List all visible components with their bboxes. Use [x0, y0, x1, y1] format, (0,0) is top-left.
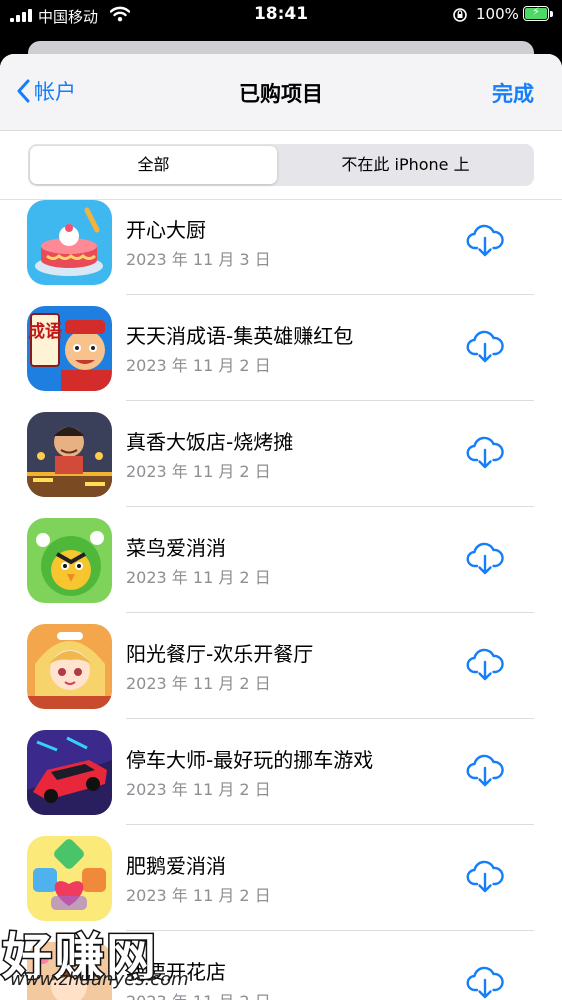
row-divider	[126, 824, 534, 825]
purchase-date: 2023 年 11 月 2 日	[126, 674, 271, 693]
purchase-date: 2023 年 11 月 2 日	[126, 780, 271, 799]
purchased-sheet: 帐户 已购项目 完成 全部 不在此 iPhone 上 开心大厨 2023 年 1…	[0, 54, 562, 1000]
segmented-control: 全部 不在此 iPhone 上	[28, 144, 534, 186]
list-item[interactable]: 停车大师-最好玩的挪车游戏 2023 年 11 月 2 日	[0, 730, 562, 836]
list-item[interactable]: 真香大饭店-烧烤摊 2023 年 11 月 2 日	[0, 412, 562, 518]
row-divider	[126, 400, 534, 401]
svg-text:成语: 成语	[28, 321, 62, 342]
cloud-download-icon[interactable]	[465, 538, 505, 578]
battery-percent: 100%	[476, 5, 519, 23]
status-bar: 中国移动 18:41 100% ⚡	[0, 0, 562, 30]
battery-cap	[550, 11, 553, 17]
orientation-lock-icon	[452, 7, 468, 27]
cloud-download-icon[interactable]	[465, 962, 505, 1000]
idiom-app-icon: 成语	[27, 306, 112, 391]
cloud-download-icon[interactable]	[465, 432, 505, 472]
app-name: 真香大饭店-烧烤摊	[126, 430, 294, 454]
app-name: 开心大厨	[126, 218, 206, 242]
navigation-bar: 帐户 已购项目 完成	[0, 54, 562, 131]
row-divider	[126, 294, 534, 295]
app-name: 菜鸟爱消消	[126, 536, 226, 560]
battery-icon: ⚡	[523, 5, 549, 21]
row-divider	[126, 506, 534, 507]
purchase-date: 2023 年 11 月 2 日	[126, 568, 271, 587]
done-button[interactable]: 完成	[492, 78, 534, 108]
list-item[interactable]: 阳光餐厅-欢乐开餐厅 2023 年 11 月 2 日	[0, 624, 562, 730]
purchase-date: 2023 年 11 月 2 日	[126, 356, 271, 375]
page-title: 已购项目	[239, 82, 323, 106]
purchase-date: 2023 年 11 月 2 日	[126, 886, 271, 905]
cloud-download-icon[interactable]	[465, 750, 505, 790]
app-name: 阳光餐厅-欢乐开餐厅	[126, 642, 314, 666]
app-name: 停车大师-最好玩的挪车游戏	[126, 748, 374, 772]
list-item[interactable]: 成语 天天消成语-集英雄赚红包 2023 年 11 月 2 日	[0, 306, 562, 412]
segment-all[interactable]: 全部	[30, 146, 277, 184]
car-app-icon	[27, 730, 112, 815]
segment-not-on-iphone[interactable]: 不在此 iPhone 上	[279, 146, 532, 184]
bbq-app-icon	[27, 412, 112, 497]
row-divider	[126, 718, 534, 719]
blocks-app-icon	[27, 836, 112, 921]
cloud-download-icon[interactable]	[465, 856, 505, 896]
app-name: 肥鹅爱消消	[126, 854, 226, 878]
watermark: 好赚网 www.zhuanyes.com	[1, 917, 202, 1000]
list-item[interactable]: 开心大厨 2023 年 11 月 3 日	[0, 200, 562, 306]
bird-app-icon	[27, 518, 112, 603]
cloud-download-icon[interactable]	[465, 644, 505, 684]
cloud-download-icon[interactable]	[465, 220, 505, 260]
watermark-url: www.zhuanyes.com	[10, 969, 189, 990]
row-divider	[126, 612, 534, 613]
app-name: 天天消成语-集英雄赚红包	[126, 324, 354, 348]
list-item[interactable]: 菜鸟爱消消 2023 年 11 月 2 日	[0, 518, 562, 624]
restaurant-girl-app-icon	[27, 624, 112, 709]
purchase-date: 2023 年 11 月 3 日	[126, 250, 271, 269]
purchase-date: 2023 年 11 月 2 日	[126, 462, 271, 481]
cake-app-icon	[27, 200, 112, 285]
cloud-download-icon[interactable]	[465, 326, 505, 366]
